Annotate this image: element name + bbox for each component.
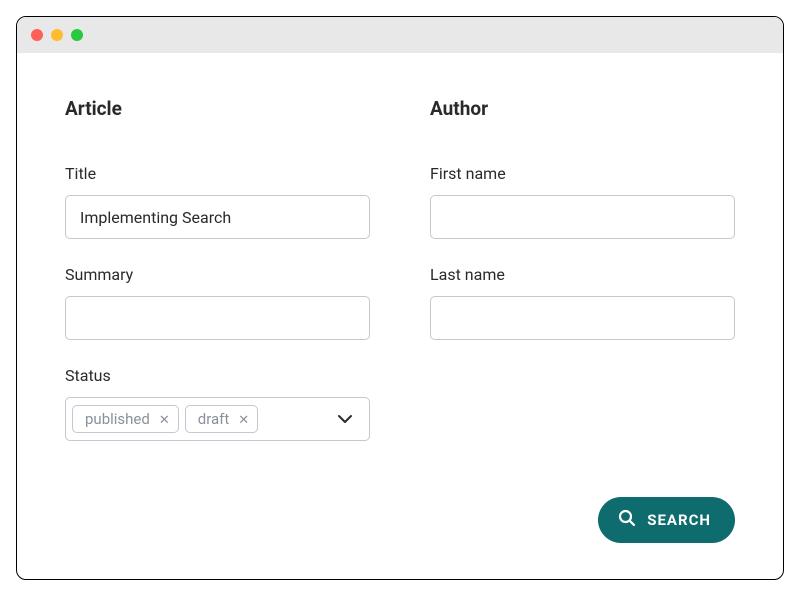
title-input[interactable] bbox=[65, 195, 370, 239]
app-window: Article Title Summary Status published ✕… bbox=[16, 16, 784, 580]
remove-tag-icon[interactable]: ✕ bbox=[238, 413, 249, 426]
status-tag-draft: draft ✕ bbox=[185, 405, 258, 433]
summary-input[interactable] bbox=[65, 296, 370, 340]
status-field: Status published ✕ draft ✕ bbox=[65, 366, 370, 441]
summary-label: Summary bbox=[65, 265, 370, 284]
status-label: Status bbox=[65, 366, 370, 385]
author-heading: Author bbox=[430, 97, 735, 120]
author-section: Author First name Last name bbox=[430, 97, 735, 467]
first-name-field: First name bbox=[430, 164, 735, 239]
search-button[interactable]: SEARCH bbox=[598, 497, 735, 543]
search-button-label: SEARCH bbox=[647, 511, 711, 529]
titlebar bbox=[17, 17, 783, 53]
status-tag-published: published ✕ bbox=[72, 405, 179, 433]
status-tag-label: published bbox=[85, 410, 150, 428]
minimize-window-button[interactable] bbox=[51, 29, 63, 41]
article-heading: Article bbox=[65, 97, 370, 120]
close-window-button[interactable] bbox=[31, 29, 43, 41]
title-label: Title bbox=[65, 164, 370, 183]
last-name-input[interactable] bbox=[430, 296, 735, 340]
maximize-window-button[interactable] bbox=[71, 29, 83, 41]
last-name-label: Last name bbox=[430, 265, 735, 284]
chevron-down-icon[interactable] bbox=[337, 414, 353, 424]
remove-tag-icon[interactable]: ✕ bbox=[159, 413, 170, 426]
status-multiselect[interactable]: published ✕ draft ✕ bbox=[65, 397, 370, 441]
last-name-field: Last name bbox=[430, 265, 735, 340]
article-section: Article Title Summary Status published ✕… bbox=[65, 97, 370, 467]
first-name-label: First name bbox=[430, 164, 735, 183]
search-icon bbox=[618, 509, 636, 531]
form-content: Article Title Summary Status published ✕… bbox=[17, 53, 783, 495]
title-field: Title bbox=[65, 164, 370, 239]
status-tag-label: draft bbox=[198, 410, 230, 428]
footer-actions: SEARCH bbox=[598, 497, 735, 543]
summary-field: Summary bbox=[65, 265, 370, 340]
first-name-input[interactable] bbox=[430, 195, 735, 239]
